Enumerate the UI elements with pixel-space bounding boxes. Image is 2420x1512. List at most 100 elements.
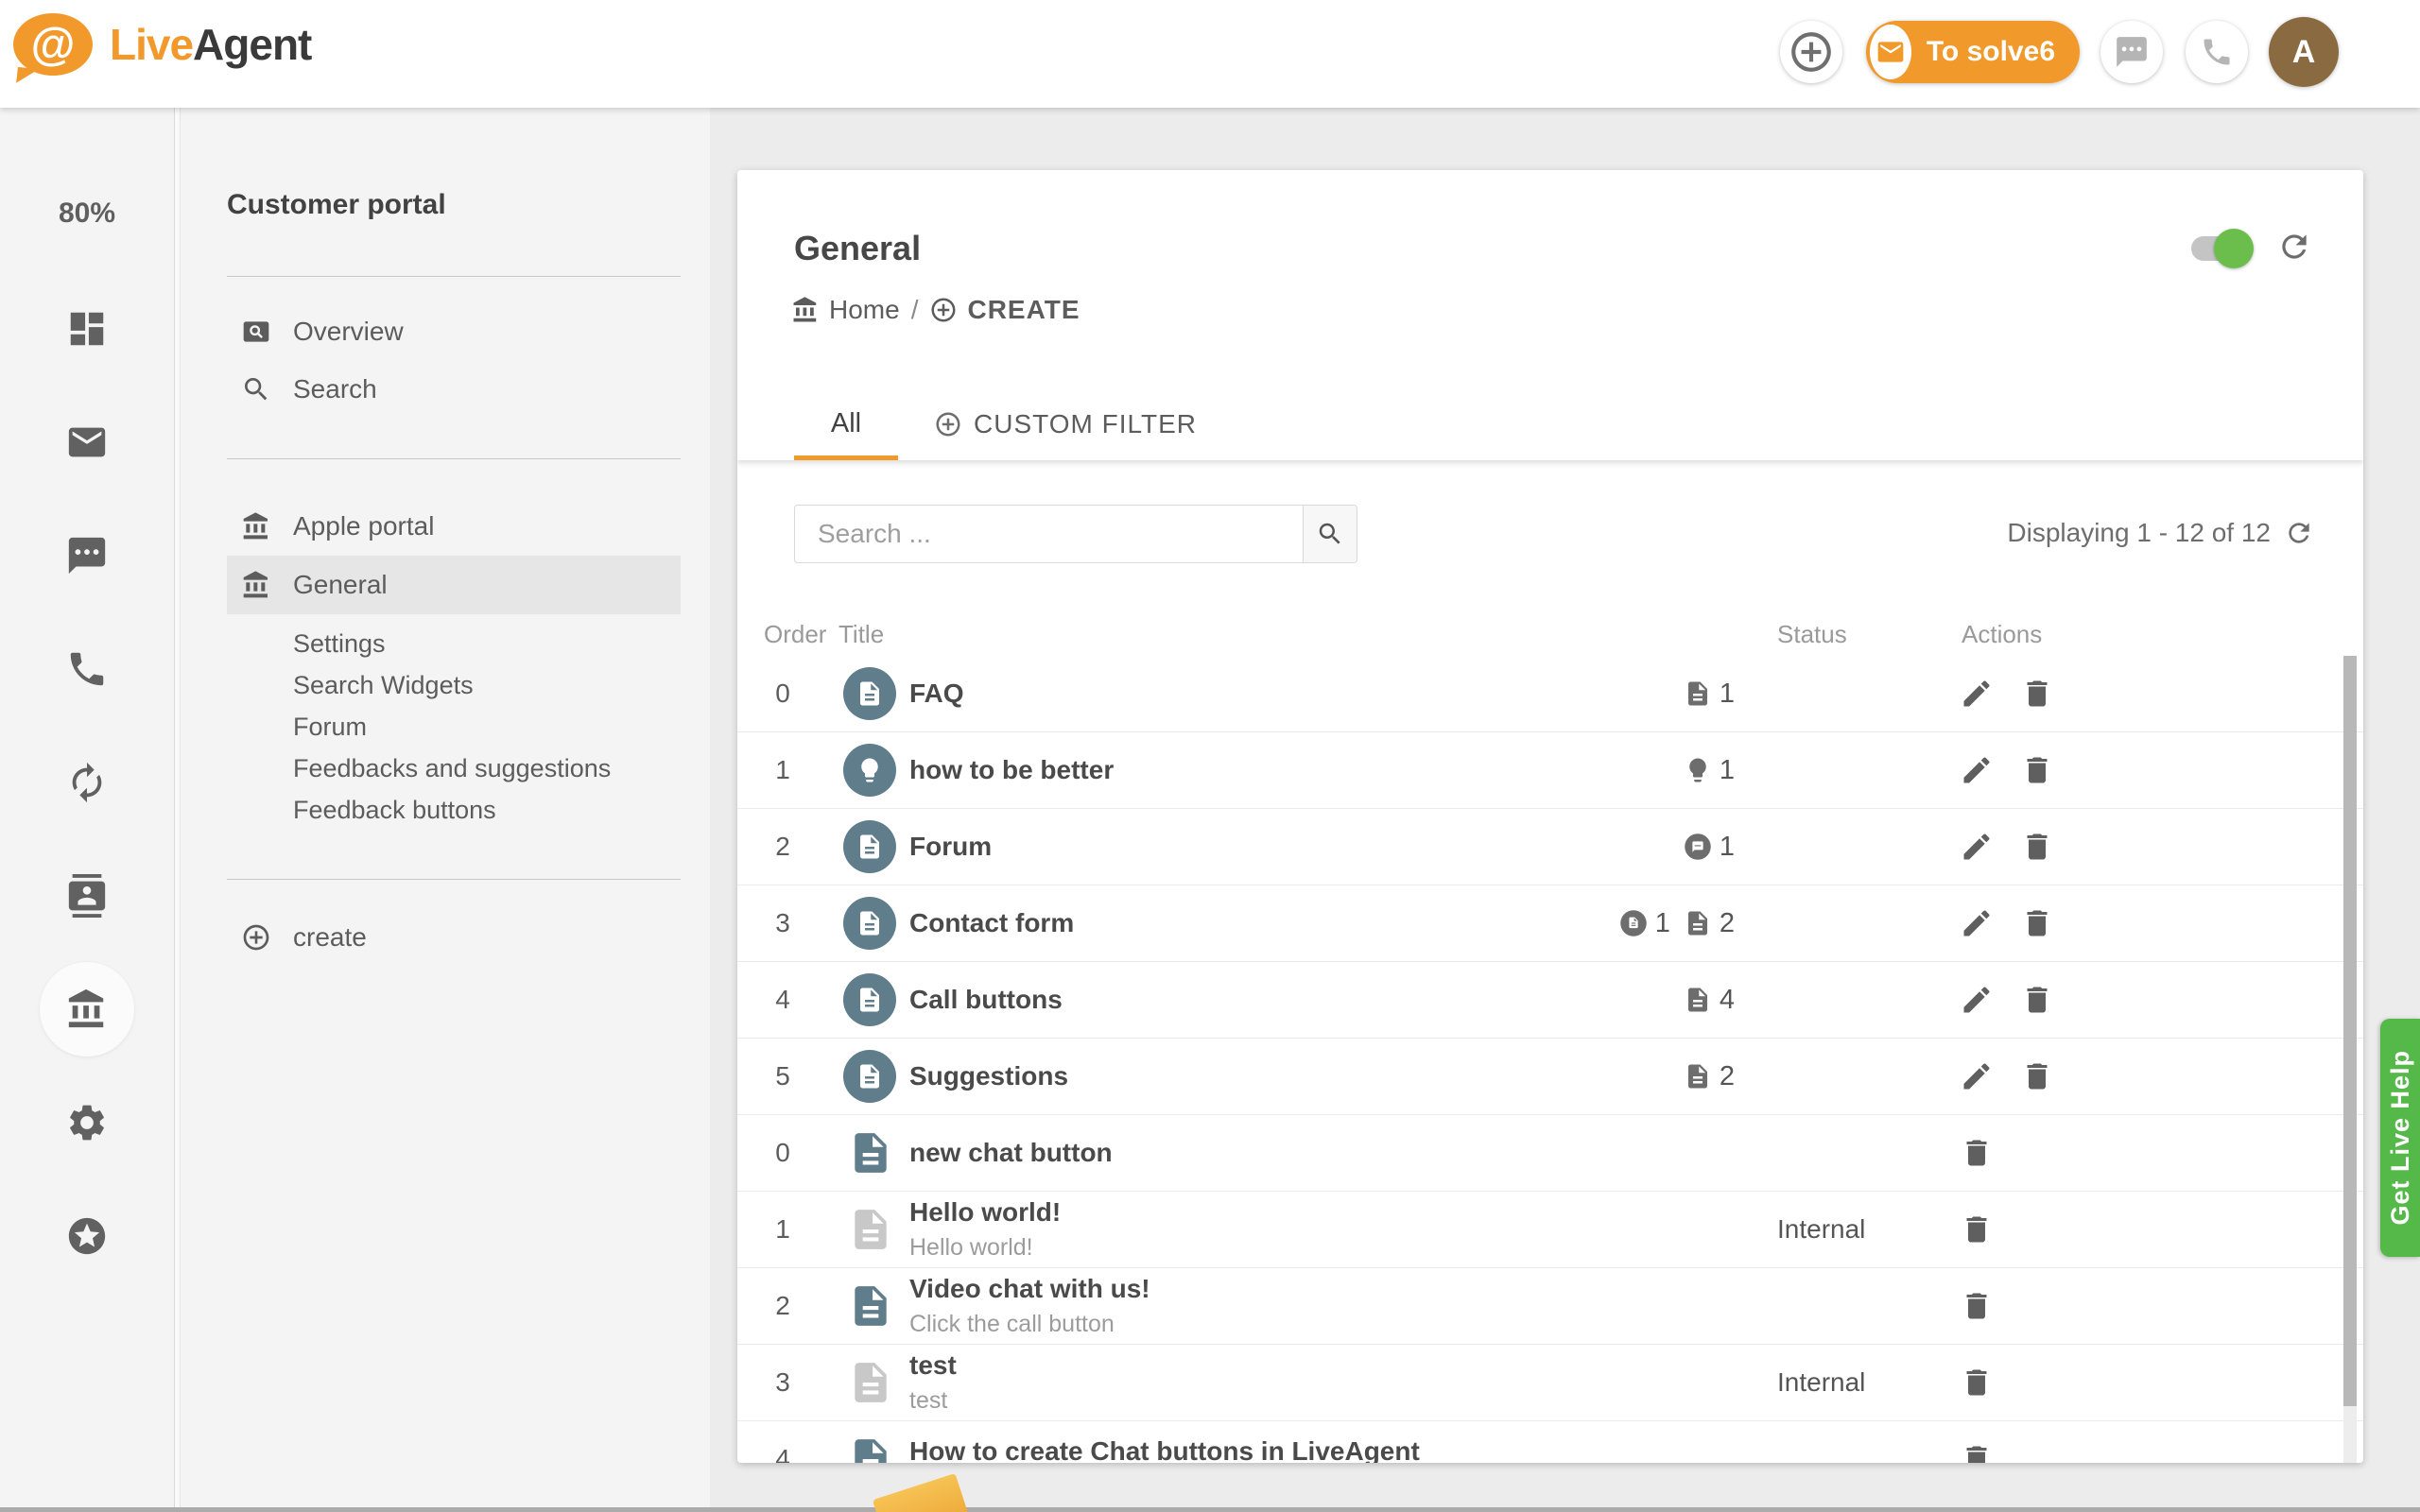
- edit-button[interactable]: [1960, 1059, 1994, 1093]
- refresh-icon[interactable]: [2276, 229, 2312, 265]
- edit-button[interactable]: [1960, 677, 1994, 711]
- edit-button[interactable]: [1960, 983, 1994, 1017]
- rail-item-bank[interactable]: [0, 953, 174, 1066]
- delete-button[interactable]: [1960, 1136, 1994, 1170]
- create-label: create: [293, 922, 367, 953]
- table-row[interactable]: 0 new chat button: [737, 1115, 2363, 1192]
- active-toggle[interactable]: [2191, 236, 2250, 261]
- breadcrumb-create[interactable]: CREATE: [929, 295, 1080, 325]
- nav-subitem-feedbacks-and-suggestions[interactable]: Feedbacks and suggestions: [227, 747, 681, 789]
- delete-button[interactable]: [1960, 1366, 1994, 1400]
- row-title-cell: new chat button: [909, 1115, 1533, 1191]
- scrollbar-thumb[interactable]: [2343, 656, 2357, 1406]
- rail-item-star-circle[interactable]: [0, 1179, 174, 1293]
- rail-item-phone[interactable]: [0, 612, 174, 726]
- customer-portal-nav: Customer portal OverviewSearch Apple por…: [181, 108, 710, 1512]
- tab-custom-filter[interactable]: CUSTOM FILTER: [934, 387, 1197, 460]
- chats-button[interactable]: [2100, 21, 2163, 83]
- row-title[interactable]: Call buttons: [909, 985, 1533, 1015]
- scrollbar[interactable]: [2343, 656, 2357, 1463]
- star-circle-icon: [65, 1214, 109, 1258]
- bottom-edge-strip: [0, 1507, 2420, 1512]
- row-title-cell: how to be better: [909, 732, 1533, 808]
- avatar-letter: A: [2292, 34, 2316, 71]
- rail-item-mail[interactable]: [0, 386, 174, 499]
- delete-button[interactable]: [1960, 1212, 1994, 1246]
- table-row[interactable]: 3Contact form12: [737, 885, 2363, 962]
- edit-button[interactable]: [1960, 753, 1994, 787]
- add-new-button[interactable]: [1780, 21, 1842, 83]
- pagination-info: Displaying 1 - 12 of 12: [2007, 518, 2314, 548]
- to-solve-button[interactable]: To solve 6: [1866, 21, 2080, 83]
- edit-button[interactable]: [1960, 906, 1994, 940]
- row-title[interactable]: Contact form: [909, 908, 1533, 938]
- nav-item-create[interactable]: create: [227, 909, 681, 966]
- rail-item-chat[interactable]: [0, 499, 174, 612]
- overview-icon: [241, 317, 271, 347]
- row-actions: [1960, 809, 2054, 885]
- row-title-cell: Call buttons: [909, 962, 1533, 1038]
- liveagent-logo[interactable]: @ LiveAgent: [13, 13, 311, 76]
- table-row[interactable]: 0FAQ1: [737, 656, 2363, 732]
- nav-subitem-feedback-buttons[interactable]: Feedback buttons: [227, 789, 681, 831]
- rail-item-gear[interactable]: [0, 1066, 174, 1179]
- row-title[interactable]: How to create Chat buttons in LiveAgent: [909, 1436, 1533, 1464]
- table-row[interactable]: 2Forum1: [737, 809, 2363, 885]
- delete-button[interactable]: [2020, 983, 2054, 1017]
- mail-icon: [1876, 37, 1906, 67]
- table-row[interactable]: 5Suggestions2: [737, 1039, 2363, 1115]
- edit-button[interactable]: [1960, 830, 1994, 864]
- calls-button[interactable]: [2186, 21, 2248, 83]
- row-counts: 1: [1541, 809, 1735, 885]
- table-row[interactable]: 2Video chat with us!Click the call butto…: [737, 1268, 2363, 1345]
- row-subtitle: Click the call button: [909, 1311, 1533, 1338]
- search-input[interactable]: [795, 506, 1303, 562]
- row-title[interactable]: new chat button: [909, 1138, 1533, 1168]
- breadcrumb-home[interactable]: Home: [791, 295, 900, 325]
- row-title[interactable]: Forum: [909, 832, 1533, 862]
- delete-button[interactable]: [2020, 906, 2054, 940]
- refresh-icon[interactable]: [2284, 518, 2314, 548]
- search-button[interactable]: [1303, 506, 1357, 562]
- row-title[interactable]: Hello world!: [909, 1197, 1533, 1228]
- row-actions: [1960, 1345, 1994, 1420]
- row-title-cell: Forum: [909, 809, 1533, 885]
- nav-item-label: Overview: [293, 317, 404, 347]
- table-row[interactable]: 1Hello world!Hello world!Internal: [737, 1192, 2363, 1268]
- row-title[interactable]: how to be better: [909, 755, 1533, 785]
- table-row[interactable]: 3testtestInternal: [737, 1345, 2363, 1421]
- nav-subitem-settings[interactable]: Settings: [227, 623, 681, 664]
- nav-item-apple-portal[interactable]: Apple portal: [227, 497, 681, 556]
- nav-item-general[interactable]: General: [227, 556, 681, 614]
- delete-button[interactable]: [2020, 677, 2054, 711]
- delete-button[interactable]: [2020, 753, 2054, 787]
- table-row[interactable]: 4How to create Chat buttons in LiveAgent: [737, 1421, 2363, 1463]
- nav-subitem-forum[interactable]: Forum: [227, 706, 681, 747]
- row-order: 0: [762, 1115, 804, 1191]
- row-title[interactable]: Suggestions: [909, 1061, 1533, 1091]
- row-title[interactable]: FAQ: [909, 679, 1533, 709]
- row-actions: [1960, 885, 2054, 961]
- row-actions: [1960, 1192, 1994, 1267]
- delete-button[interactable]: [2020, 1059, 2054, 1093]
- rail-item-dashboard[interactable]: [0, 272, 174, 386]
- user-avatar[interactable]: A: [2269, 17, 2339, 87]
- table-row[interactable]: 1how to be better1: [737, 732, 2363, 809]
- rail-item-sync[interactable]: [0, 726, 174, 839]
- delete-button[interactable]: [1960, 1289, 1994, 1323]
- delete-button[interactable]: [2020, 830, 2054, 864]
- row-title[interactable]: Video chat with us!: [909, 1274, 1533, 1304]
- row-title[interactable]: test: [909, 1350, 1533, 1381]
- article-circle-count: 1: [1619, 908, 1670, 939]
- nav-subitem-label: Settings: [293, 629, 386, 659]
- nav-item-search[interactable]: Search: [227, 360, 681, 418]
- rail-item-contacts[interactable]: [0, 839, 174, 953]
- nav-item-overview[interactable]: Overview: [227, 302, 681, 360]
- delete-button[interactable]: [1960, 1442, 1994, 1463]
- tab-all[interactable]: All: [794, 387, 898, 460]
- get-live-help-button[interactable]: Get Live Help: [2380, 1019, 2420, 1257]
- get-live-help-label: Get Live Help: [2386, 1050, 2415, 1226]
- table-row[interactable]: 4Call buttons4: [737, 962, 2363, 1039]
- nav-subitem-search-widgets[interactable]: Search Widgets: [227, 664, 681, 706]
- column-actions: Actions: [1962, 620, 2042, 649]
